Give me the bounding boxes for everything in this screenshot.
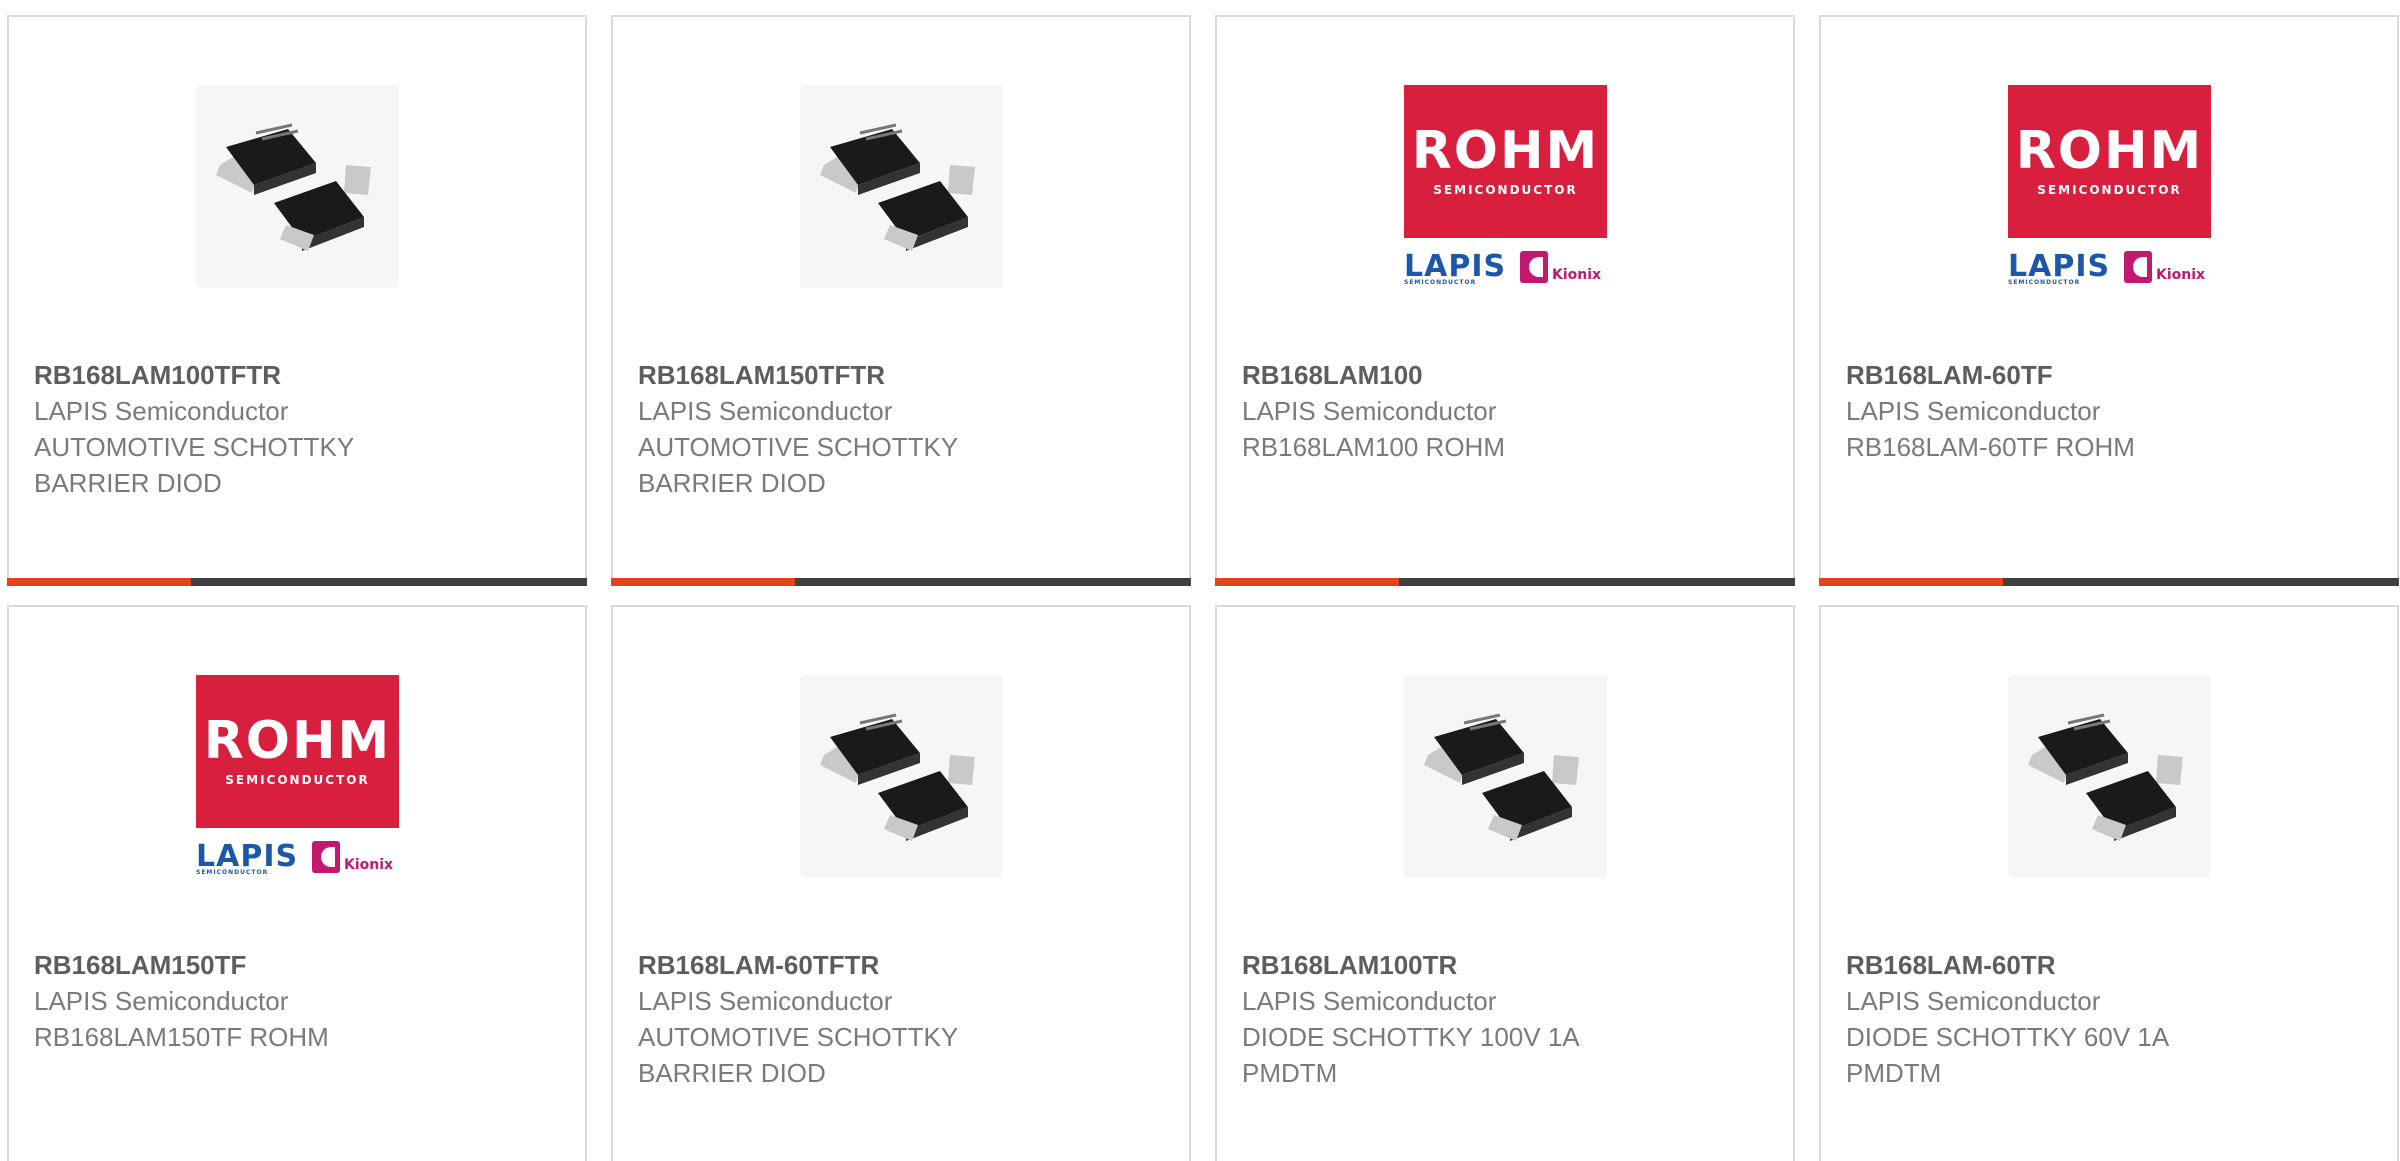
- kionix-icon: [2124, 251, 2152, 283]
- product-info: RB168LAM-60TF LAPIS Semiconductor RB168L…: [1846, 357, 2376, 465]
- product-image[interactable]: ROHM SEMICONDUCTOR LAPIS SEMICONDUCTOR K…: [1404, 85, 1607, 288]
- card-bar-accent: [1215, 578, 1399, 586]
- manufacturer: LAPIS Semiconductor: [1242, 986, 1497, 1016]
- lapis-subtitle: SEMICONDUCTOR: [196, 869, 269, 876]
- lapis-subtitle: SEMICONDUCTOR: [1404, 279, 1477, 286]
- rohm-subtitle: SEMICONDUCTOR: [2037, 183, 2182, 197]
- description-line: PMDTM: [1846, 1058, 1942, 1088]
- card-bottom-bar: [7, 578, 587, 586]
- product-card[interactable]: RB168LAM150TFTR LAPIS Semiconductor AUTO…: [611, 15, 1191, 586]
- kionix-wordmark: Kionix: [1552, 267, 1602, 283]
- description-line: AUTOMOTIVE SCHOTTKY: [34, 432, 355, 462]
- product-card[interactable]: ROHM SEMICONDUCTOR LAPIS SEMICONDUCTOR K…: [1819, 15, 2399, 586]
- part-number[interactable]: RB168LAM150TF: [34, 947, 564, 983]
- description-line: BARRIER DIOD: [638, 1058, 826, 1088]
- card-bottom-bar: [611, 578, 1191, 586]
- product-image[interactable]: [800, 85, 1003, 288]
- rohm-logo-box: ROHM SEMICONDUCTOR: [196, 675, 399, 828]
- description-line: AUTOMOTIVE SCHOTTKY: [638, 432, 959, 462]
- description-line: PMDTM: [1242, 1058, 1338, 1088]
- product-info: RB168LAM150TFTR LAPIS Semiconductor AUTO…: [638, 357, 1168, 501]
- product-info: RB168LAM100 LAPIS Semiconductor RB168LAM…: [1242, 357, 1772, 465]
- rohm-subtitle: SEMICONDUCTOR: [225, 773, 370, 787]
- lapis-subtitle: SEMICONDUCTOR: [2008, 279, 2081, 286]
- rohm-lapis-logo: ROHM SEMICONDUCTOR LAPIS SEMICONDUCTOR K…: [1404, 85, 1607, 288]
- part-number[interactable]: RB168LAM100: [1242, 357, 1772, 393]
- part-number[interactable]: RB168LAM-60TR: [1846, 947, 2376, 983]
- product-image[interactable]: ROHM SEMICONDUCTOR LAPIS SEMICONDUCTOR K…: [196, 675, 399, 878]
- card-bar-accent: [611, 578, 795, 586]
- product-image[interactable]: [196, 85, 399, 288]
- description-line: RB168LAM100 ROHM: [1242, 432, 1505, 462]
- kionix-wordmark: Kionix: [344, 857, 394, 873]
- rohm-wordmark: ROHM: [203, 711, 392, 771]
- product-image[interactable]: [2008, 675, 2211, 878]
- description-line: DIODE SCHOTTKY 100V 1A: [1242, 1022, 1580, 1052]
- part-number[interactable]: RB168LAM-60TF: [1846, 357, 2376, 393]
- product-card[interactable]: RB168LAM-60TFTR LAPIS Semiconductor AUTO…: [611, 605, 1191, 1161]
- manufacturer: LAPIS Semiconductor: [34, 396, 289, 426]
- product-card[interactable]: ROHM SEMICONDUCTOR LAPIS SEMICONDUCTOR K…: [1215, 15, 1795, 586]
- part-number[interactable]: RB168LAM100TFTR: [34, 357, 564, 393]
- description-line: RB168LAM-60TF ROHM: [1846, 432, 2135, 462]
- part-number[interactable]: RB168LAM100TR: [1242, 947, 1772, 983]
- description-line: DIODE SCHOTTKY 60V 1A: [1846, 1022, 2170, 1052]
- product-info: RB168LAM100TFTR LAPIS Semiconductor AUTO…: [34, 357, 564, 501]
- rohm-wordmark: ROHM: [2015, 121, 2204, 181]
- part-number[interactable]: RB168LAM150TFTR: [638, 357, 1168, 393]
- kionix-icon: [1520, 251, 1548, 283]
- card-bottom-bar: [1215, 578, 1795, 586]
- kionix-wordmark: Kionix: [2156, 267, 2206, 283]
- product-info: RB168LAM-60TR LAPIS Semiconductor DIODE …: [1846, 947, 2376, 1091]
- diode-package-icon: [1404, 675, 1607, 878]
- diode-package-icon: [196, 85, 399, 288]
- rohm-lapis-logo: ROHM SEMICONDUCTOR LAPIS SEMICONDUCTOR K…: [196, 675, 399, 878]
- lapis-kionix-row: LAPIS SEMICONDUCTOR Kionix: [196, 837, 399, 878]
- part-number[interactable]: RB168LAM-60TFTR: [638, 947, 1168, 983]
- description-line: AUTOMOTIVE SCHOTTKY: [638, 1022, 959, 1052]
- product-image[interactable]: [800, 675, 1003, 878]
- rohm-subtitle: SEMICONDUCTOR: [1433, 183, 1578, 197]
- rohm-logo-box: ROHM SEMICONDUCTOR: [2008, 85, 2211, 238]
- manufacturer: LAPIS Semiconductor: [1846, 986, 2101, 1016]
- card-bar-accent: [7, 578, 191, 586]
- product-image[interactable]: ROHM SEMICONDUCTOR LAPIS SEMICONDUCTOR K…: [2008, 85, 2211, 288]
- manufacturer: LAPIS Semiconductor: [638, 986, 893, 1016]
- product-info: RB168LAM-60TFTR LAPIS Semiconductor AUTO…: [638, 947, 1168, 1091]
- product-image[interactable]: [1404, 675, 1607, 878]
- product-grid: RB168LAM100TFTR LAPIS Semiconductor AUTO…: [0, 0, 2400, 1161]
- kionix-icon: [312, 841, 340, 873]
- diode-package-icon: [800, 85, 1003, 288]
- rohm-wordmark: ROHM: [1411, 121, 1600, 181]
- rohm-lapis-logo: ROHM SEMICONDUCTOR LAPIS SEMICONDUCTOR K…: [2008, 85, 2211, 288]
- product-info: RB168LAM150TF LAPIS Semiconductor RB168L…: [34, 947, 564, 1055]
- rohm-logo-box: ROHM SEMICONDUCTOR: [1404, 85, 1607, 238]
- diode-package-icon: [2008, 675, 2211, 878]
- card-bottom-bar: [1819, 578, 2399, 586]
- description-line: RB168LAM150TF ROHM: [34, 1022, 329, 1052]
- manufacturer: LAPIS Semiconductor: [34, 986, 289, 1016]
- product-card[interactable]: RB168LAM100TFTR LAPIS Semiconductor AUTO…: [7, 15, 587, 586]
- lapis-kionix-row: LAPIS SEMICONDUCTOR Kionix: [2008, 247, 2211, 288]
- lapis-kionix-row: LAPIS SEMICONDUCTOR Kionix: [1404, 247, 1607, 288]
- product-card[interactable]: RB168LAM100TR LAPIS Semiconductor DIODE …: [1215, 605, 1795, 1161]
- product-card[interactable]: RB168LAM-60TR LAPIS Semiconductor DIODE …: [1819, 605, 2399, 1161]
- description-line: BARRIER DIOD: [638, 468, 826, 498]
- card-bar-accent: [1819, 578, 2003, 586]
- manufacturer: LAPIS Semiconductor: [1846, 396, 2101, 426]
- manufacturer: LAPIS Semiconductor: [638, 396, 893, 426]
- product-card[interactable]: ROHM SEMICONDUCTOR LAPIS SEMICONDUCTOR K…: [7, 605, 587, 1161]
- manufacturer: LAPIS Semiconductor: [1242, 396, 1497, 426]
- description-line: BARRIER DIOD: [34, 468, 222, 498]
- product-info: RB168LAM100TR LAPIS Semiconductor DIODE …: [1242, 947, 1772, 1091]
- diode-package-icon: [800, 675, 1003, 878]
